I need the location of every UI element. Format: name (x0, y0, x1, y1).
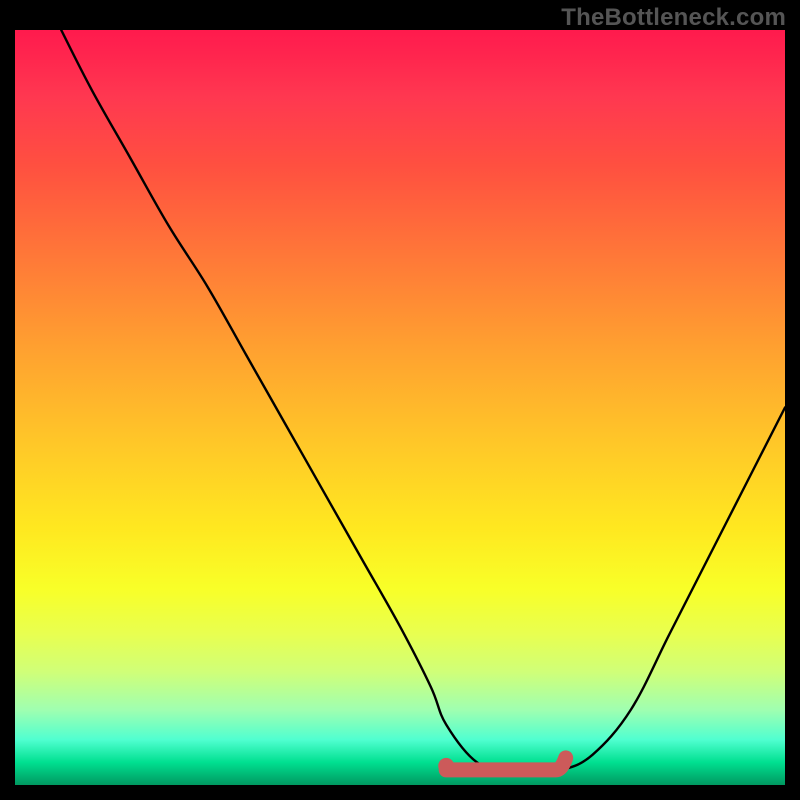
chart-frame (15, 30, 785, 785)
chart-gradient-background (15, 30, 785, 785)
attribution-text: TheBottleneck.com (561, 4, 786, 32)
